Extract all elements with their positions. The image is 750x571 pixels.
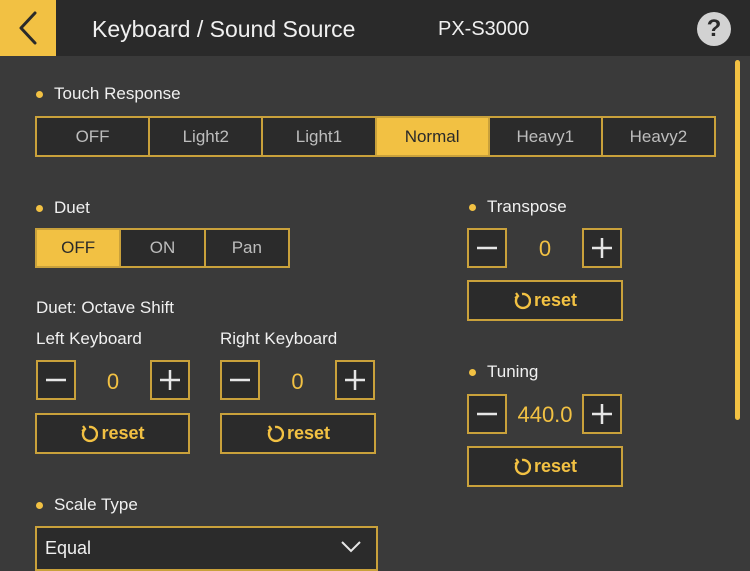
- touch-response-option-heavy1[interactable]: Heavy1: [487, 118, 601, 155]
- touch-response-option-light1[interactable]: Light1: [261, 118, 374, 155]
- plus-icon: [592, 238, 612, 258]
- minus-icon: [46, 378, 66, 382]
- left-keyboard-reset-button[interactable]: reset: [35, 413, 190, 454]
- transpose-label: Transpose: [469, 196, 567, 218]
- minus-icon: [477, 246, 497, 250]
- back-button[interactable]: [0, 0, 56, 56]
- bullet-icon: [469, 203, 476, 211]
- touch-response-option-heavy2[interactable]: Heavy2: [600, 118, 714, 155]
- left-keyboard-decrement-button[interactable]: [36, 360, 76, 400]
- right-keyboard-increment-button[interactable]: [335, 360, 375, 400]
- left-keyboard-increment-button[interactable]: [150, 360, 190, 400]
- help-icon: ?: [706, 15, 722, 42]
- tuning-value: 440.0: [517, 402, 573, 427]
- transpose-value: 0: [538, 236, 552, 261]
- tuning-reset-button[interactable]: reset: [467, 446, 623, 487]
- octave-shift-label: Duet: Octave Shift: [36, 298, 174, 317]
- transpose-reset-button[interactable]: reset: [467, 280, 623, 321]
- plus-icon: [345, 370, 365, 390]
- tuning-label: Tuning: [469, 361, 538, 383]
- duet-option-pan[interactable]: Pan: [203, 230, 288, 266]
- scale-type-select[interactable]: Equal: [35, 526, 378, 571]
- reset-icon: [267, 424, 284, 442]
- plus-icon: [160, 370, 180, 390]
- duet-label: Duet: [36, 197, 90, 219]
- reset-icon: [514, 457, 531, 475]
- minus-icon: [477, 412, 497, 416]
- touch-response-selector: OFF Light2 Light1 Normal Heavy1 Heavy2: [35, 116, 716, 157]
- left-keyboard-label: Left Keyboard: [36, 329, 142, 348]
- reset-icon: [514, 291, 531, 309]
- tuning-increment-button[interactable]: [582, 394, 622, 434]
- plus-icon: [592, 404, 612, 424]
- help-button[interactable]: ?: [697, 12, 731, 46]
- touch-response-option-normal[interactable]: Normal: [374, 118, 488, 155]
- bullet-icon: [36, 204, 43, 212]
- transpose-increment-button[interactable]: [582, 228, 622, 268]
- bullet-icon: [36, 501, 43, 509]
- header-bar: Keyboard / Sound Source PX-S3000 ?: [0, 0, 750, 56]
- page-title: Keyboard / Sound Source: [92, 16, 356, 42]
- bullet-icon: [469, 368, 476, 376]
- touch-response-label: Touch Response: [36, 83, 181, 105]
- bullet-icon: [36, 90, 43, 98]
- chevron-down-icon: [341, 541, 361, 553]
- minus-icon: [230, 378, 250, 382]
- right-keyboard-label: Right Keyboard: [220, 329, 338, 348]
- scrollbar[interactable]: [735, 60, 740, 420]
- reset-icon: [81, 424, 99, 442]
- duet-option-off[interactable]: OFF: [37, 230, 120, 266]
- right-keyboard-decrement-button[interactable]: [220, 360, 260, 400]
- transpose-decrement-button[interactable]: [467, 228, 507, 268]
- touch-response-option-light2[interactable]: Light2: [148, 118, 261, 155]
- right-keyboard-value: 0: [291, 369, 304, 394]
- tuning-decrement-button[interactable]: [467, 394, 507, 434]
- left-keyboard-value: 0: [106, 369, 120, 394]
- chevron-left-icon: [19, 11, 37, 45]
- scale-type-value: Equal: [45, 538, 92, 558]
- duet-option-on[interactable]: ON: [119, 230, 203, 266]
- right-keyboard-reset-button[interactable]: reset: [220, 413, 376, 454]
- touch-response-option-off[interactable]: OFF: [37, 118, 148, 155]
- device-model: PX-S3000: [438, 18, 530, 40]
- duet-selector: OFF ON Pan: [35, 228, 290, 268]
- scale-type-label: Scale Type: [36, 494, 138, 516]
